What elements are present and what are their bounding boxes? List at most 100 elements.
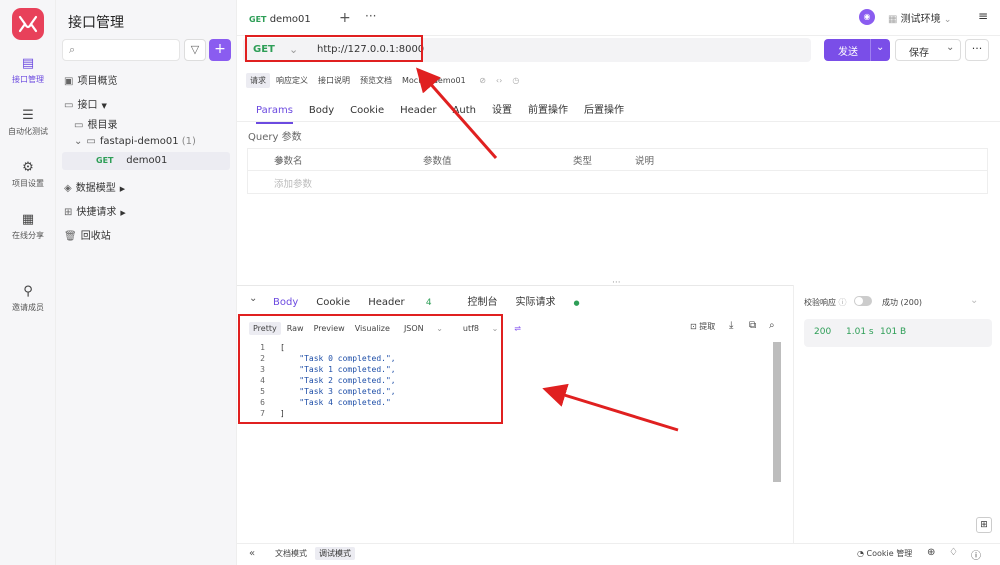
validate-panel: 校验响应 ⓘ 成功 (200) ⌄ 200 1.01 s 101 B ⊞ <box>793 285 1000 543</box>
resp-tab-actual[interactable]: 实际请求 ● <box>516 293 598 308</box>
caret-down-icon: ▼ <box>101 102 107 110</box>
tree-item-trash[interactable]: 🗑 回收站 <box>64 227 111 242</box>
extract-button[interactable]: ⊡ 提取 <box>690 321 715 332</box>
tab-settings[interactable]: 设置 <box>492 101 512 116</box>
history-icon[interactable]: ◷ <box>508 74 523 87</box>
new-tab-button[interactable]: + <box>339 10 351 26</box>
layout-icon: ⊞ <box>980 520 988 530</box>
hamburger-icon: ≡ <box>977 9 989 23</box>
filter-button[interactable]: ▽ <box>184 39 206 61</box>
chevron-down-icon: ⌄ <box>876 42 885 53</box>
add-circle-icon[interactable]: ⊕ <box>927 547 935 558</box>
search-input[interactable]: ⌕ <box>62 39 180 61</box>
query-section-label: Query 参数 <box>248 132 302 143</box>
send-button[interactable]: 发送 ⌄ <box>824 39 890 61</box>
tab-cookie[interactable]: Cookie <box>350 105 384 116</box>
layout-toggle-button[interactable]: ⊞ <box>976 517 992 533</box>
tab-header[interactable]: Header <box>400 105 436 116</box>
tab-pre-ops[interactable]: 前置操作 <box>528 101 568 116</box>
ellipsis-icon: ··· <box>971 42 983 55</box>
tree-item-quick[interactable]: ⊞ 快捷请求 ▶ <box>64 203 126 218</box>
subtab-api-desc[interactable]: 接口说明 <box>314 73 354 88</box>
download-icon[interactable]: ⤓ <box>729 320 733 331</box>
doc-mode-button[interactable]: 文档模式 <box>271 547 311 560</box>
api-sidebar: 接口管理 ⌕ ▽ + ▣ 项目概览 ▭ 接口 ▼ ▭ 根目录 ⌄ ▭ fastapi-dem… <box>56 0 283 565</box>
tab-demo01[interactable]: GET demo01 <box>241 6 329 34</box>
tree-item-overview[interactable]: ▣ 项目概览 <box>64 72 117 87</box>
validate-status[interactable]: 成功 (200) <box>882 297 922 308</box>
scrollbar[interactable] <box>773 342 781 482</box>
collapse-sidebar-button[interactable]: « <box>249 548 255 559</box>
caret-right-icon: ▶ <box>120 209 126 217</box>
debug-mode-button[interactable]: 调试模式 <box>315 547 355 560</box>
tree-item-demo01-label: GET demo01 ● <box>96 155 283 166</box>
shirt-icon[interactable]: ♢ <box>949 547 958 558</box>
subtab-preview[interactable]: 预览文档 <box>356 73 396 88</box>
resp-tab-cookie[interactable]: Cookie <box>316 297 350 308</box>
collapse-response-button[interactable]: ⌄ <box>249 293 257 304</box>
search-icon: ⌕ <box>69 43 76 56</box>
env-icon: ◉ <box>863 12 871 21</box>
rail-item-share[interactable]: ▦ 在线分享 <box>0 212 56 241</box>
copy-icon[interactable]: ⧉ <box>749 320 756 331</box>
annotation-box-url <box>245 35 423 62</box>
chevron-down-icon[interactable]: ⌄ <box>970 295 978 306</box>
tab-body[interactable]: Body <box>309 105 334 116</box>
resp-tab-console[interactable]: 控制台 <box>468 293 498 308</box>
quick-request-icon: ⊞ <box>64 207 73 218</box>
add-param-input[interactable]: 添加参数 <box>274 176 312 190</box>
api-manage-icon: ▤ <box>21 56 35 71</box>
tree-item-fastapi-folder[interactable]: ⌄ ▭ fastapi-demo01 (1) <box>74 136 196 147</box>
col-type: 类型 <box>573 156 593 167</box>
rail-item-autotest[interactable]: ☰ 自动化测试 <box>0 108 56 137</box>
cookie-manage-button[interactable]: ◔ Cookie 管理 <box>857 548 912 559</box>
filter-icon: ▽ <box>190 43 200 56</box>
tree-item-models[interactable]: ◈ 数据模型 ▶ <box>64 179 125 194</box>
project-settings-icon: ⚙ <box>22 160 34 175</box>
rail-item-settings[interactable]: ⚙ 项目设置 <box>0 160 56 189</box>
tree-item-api[interactable]: ▭ 接口 ▼ <box>64 96 107 111</box>
response-size: 101 B <box>880 327 907 337</box>
tab-more-button[interactable]: ··· <box>365 9 376 23</box>
tab-post-ops[interactable]: 后置操作 <box>584 101 624 116</box>
extract-icon: ⊡ <box>690 322 697 331</box>
bottom-bar: « 文档模式 调试模式 ◔ Cookie 管理 ⊕ ♢ ⓘ <box>237 543 1000 565</box>
tree-item-root[interactable]: ▭ 根目录 <box>74 116 117 131</box>
trash-icon: 🗑 <box>64 231 77 242</box>
folder-icon: ▭ <box>86 136 96 147</box>
folder-icon: ▭ <box>64 100 74 111</box>
request-more-button[interactable]: ··· <box>965 39 989 61</box>
chevron-down-icon: ⌄ <box>249 293 258 304</box>
response-tabs: Body Cookie Header 4 控制台 实际请求 ● <box>273 293 616 316</box>
rail-item-api[interactable]: ▤ 接口管理 <box>0 56 56 85</box>
params-table <box>247 148 988 194</box>
wrap-icon[interactable]: ⇌ <box>510 322 525 335</box>
drag-handle-icon[interactable]: ··· <box>612 278 621 288</box>
data-model-icon: ◈ <box>64 183 72 194</box>
divider <box>247 170 988 171</box>
menu-button[interactable]: ≡ <box>973 6 993 26</box>
resp-tab-header[interactable]: Header 4 <box>368 297 449 308</box>
chevron-down-icon: ⌄ <box>943 15 952 25</box>
tab-auth[interactable]: Auth <box>453 105 476 116</box>
env-status-button[interactable]: ◉ <box>859 9 875 25</box>
sidebar-title: 接口管理 <box>68 15 124 31</box>
subtab-response-def[interactable]: 响应定义 <box>272 73 312 88</box>
validate-toggle[interactable] <box>854 296 872 306</box>
add-button[interactable]: + <box>209 39 231 61</box>
save-button[interactable]: 保存 ⌄ <box>895 39 961 61</box>
top-bar: GET demo01 + ··· ◉ ▦ 测试环境 ⌄ ≡ <box>237 0 1000 36</box>
code-icon[interactable]: ‹› <box>492 74 506 87</box>
cookie-icon: ◔ <box>857 549 864 558</box>
env-select[interactable]: ▦ 测试环境 ⌄ <box>882 7 972 27</box>
rail-item-invite[interactable]: ⚲ 邀请成员 <box>0 284 56 313</box>
validate-label: 校验响应 ⓘ <box>804 298 847 307</box>
divider <box>237 121 1000 122</box>
subtab-mock[interactable]: Mock <box>398 74 427 87</box>
link-icon[interactable]: ⊘ <box>475 74 490 87</box>
chevron-down-icon: ⌄ <box>946 42 955 53</box>
search-response-icon[interactable]: ⌕ <box>769 320 775 331</box>
help-icon: ⓘ <box>838 298 847 307</box>
help-icon[interactable]: ⓘ <box>971 547 981 562</box>
subtab-request[interactable]: 请求 <box>246 73 270 88</box>
